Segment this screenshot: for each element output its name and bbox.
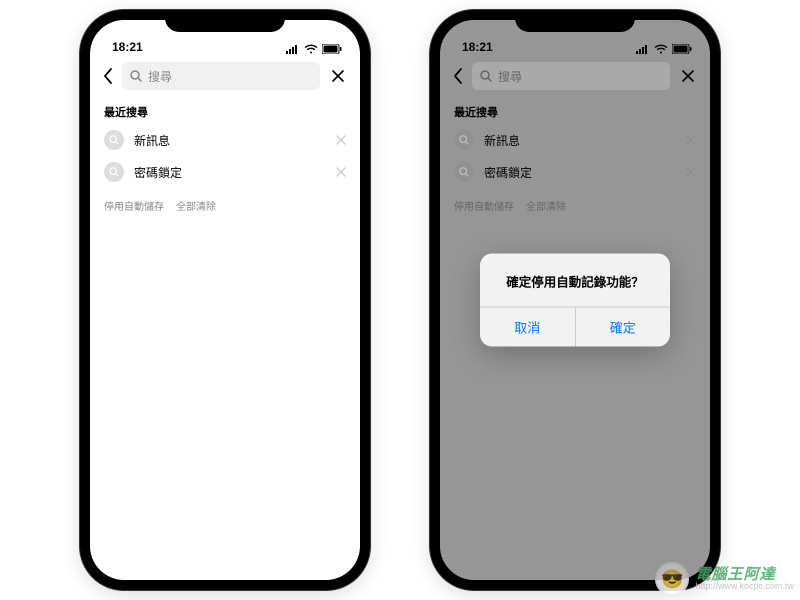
home-indicator[interactable] — [175, 580, 275, 584]
search-input[interactable]: 搜尋 — [122, 62, 320, 90]
search-bar-row: 搜尋 — [90, 56, 360, 96]
close-icon — [336, 167, 346, 177]
recent-searches-title: 最近搜尋 — [90, 96, 360, 124]
recent-item-label: 新訊息 — [134, 132, 326, 149]
clear-button[interactable] — [326, 64, 350, 88]
recent-item-label: 密碼鎖定 — [134, 164, 326, 181]
remove-recent-button[interactable] — [336, 164, 346, 180]
dialog-title: 確定停用自動記錄功能？ — [480, 254, 670, 307]
watermark-title: 電腦王阿達 — [695, 567, 794, 582]
search-icon — [130, 70, 142, 82]
recent-item[interactable]: 密碼鎖定 — [90, 156, 360, 188]
chevron-left-icon — [103, 68, 113, 84]
close-icon — [336, 135, 346, 145]
search-history-icon — [104, 130, 124, 150]
home-indicator[interactable] — [525, 580, 625, 584]
clear-all-link[interactable]: 全部清除 — [176, 198, 216, 213]
phone-frame-left: 18:21 搜尋 最近搜尋 — [80, 10, 370, 590]
back-button[interactable] — [100, 64, 116, 88]
search-history-icon — [104, 162, 124, 182]
wifi-icon — [304, 44, 318, 54]
disable-autosave-link[interactable]: 停用自動儲存 — [104, 198, 164, 213]
dialog-buttons: 取消 確定 — [480, 307, 670, 347]
screen-right: 18:21 搜尋 最近搜尋 — [440, 20, 710, 580]
recent-actions: 停用自動儲存 全部清除 — [90, 188, 360, 223]
status-icons — [286, 44, 342, 54]
watermark-url: http://www.kocpc.com.tw — [695, 582, 794, 591]
recent-item[interactable]: 新訊息 — [90, 124, 360, 156]
phone-frame-right: 18:21 搜尋 最近搜尋 — [430, 10, 720, 590]
battery-icon — [322, 44, 342, 54]
signal-icon — [286, 44, 300, 54]
confirm-button[interactable]: 確定 — [575, 308, 671, 347]
close-icon — [331, 69, 345, 83]
screen-left: 18:21 搜尋 最近搜尋 — [90, 20, 360, 580]
remove-recent-button[interactable] — [336, 132, 346, 148]
notch — [515, 10, 635, 32]
confirm-dialog: 確定停用自動記錄功能？ 取消 確定 — [480, 254, 670, 347]
notch — [165, 10, 285, 32]
status-time: 18:21 — [112, 40, 143, 54]
cancel-button[interactable]: 取消 — [480, 308, 575, 347]
search-placeholder: 搜尋 — [148, 68, 172, 85]
